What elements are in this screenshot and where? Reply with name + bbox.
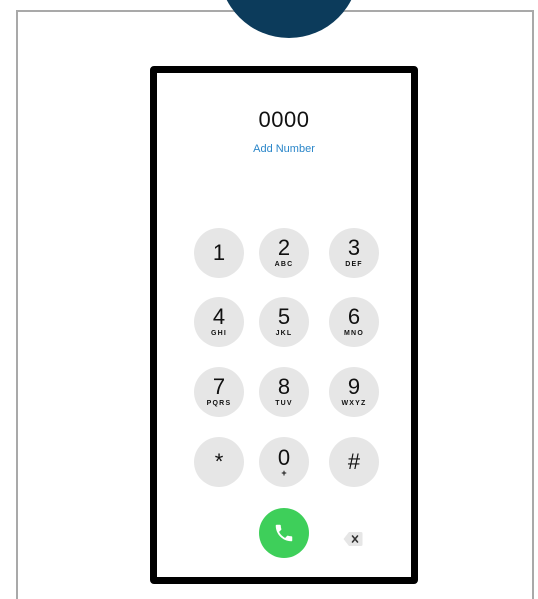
- key-letters: GHI: [210, 330, 228, 337]
- dialed-number: 0000: [258, 107, 310, 132]
- key-digit: 6: [347, 304, 361, 329]
- key-digit: 4: [212, 304, 226, 329]
- key-5[interactable]: 5 JKL: [259, 297, 309, 347]
- key-letters: TUV: [275, 400, 293, 407]
- key-2[interactable]: 2 ABC: [259, 228, 309, 278]
- key-7[interactable]: 7 PQRS: [194, 367, 244, 417]
- key-letters: JKL: [275, 330, 293, 337]
- key-letters: +: [281, 468, 287, 478]
- key-digit: 0: [277, 445, 291, 470]
- key-letters: DEF: [345, 261, 363, 268]
- key-3[interactable]: 3 DEF: [329, 228, 379, 278]
- key-digit: 3: [347, 235, 361, 260]
- key-star[interactable]: *: [194, 437, 244, 487]
- page: 0000 Add Number 1 2 ABC 3 DEF 4 GHI 5 JK…: [0, 0, 538, 599]
- key-letters: MNO: [344, 330, 364, 337]
- backspace-icon: [343, 532, 363, 546]
- key-digit: 8: [277, 374, 291, 399]
- key-0[interactable]: 0 +: [259, 437, 309, 487]
- key-digit: 9: [347, 374, 361, 399]
- phone-icon: [275, 524, 293, 542]
- key-digit: #: [347, 449, 361, 474]
- key-6[interactable]: 6 MNO: [329, 297, 379, 347]
- call-button[interactable]: [259, 508, 309, 558]
- key-letters: PQRS: [206, 400, 232, 407]
- add-number-link[interactable]: Add Number: [157, 143, 411, 155]
- key-digit: *: [214, 449, 224, 474]
- key-letters: ABC: [274, 261, 294, 268]
- key-hash[interactable]: #: [329, 437, 379, 487]
- key-digit: 1: [212, 240, 226, 265]
- key-digit: 5: [277, 304, 291, 329]
- key-9[interactable]: 9 WXYZ: [329, 367, 379, 417]
- key-4[interactable]: 4 GHI: [194, 297, 244, 347]
- key-digit: 7: [212, 374, 226, 399]
- phone-screen: 0000 Add Number 1 2 ABC 3 DEF 4 GHI 5 JK…: [150, 66, 418, 584]
- key-8[interactable]: 8 TUV: [259, 367, 309, 417]
- key-letters: WXYZ: [341, 400, 367, 407]
- key-digit: 2: [277, 235, 291, 260]
- key-1[interactable]: 1: [194, 228, 244, 278]
- delete-button[interactable]: [343, 531, 363, 547]
